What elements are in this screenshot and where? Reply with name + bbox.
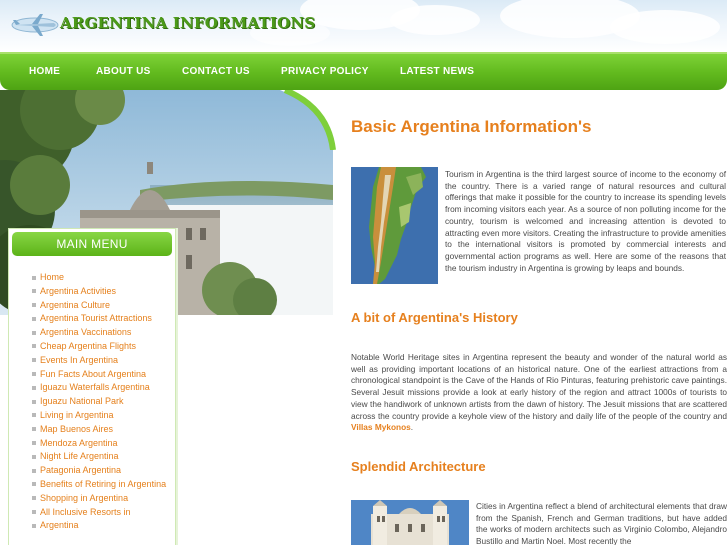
menu-item-tourist-attractions[interactable]: Argentina Tourist Attractions bbox=[31, 312, 177, 326]
architecture-heading: Splendid Architecture bbox=[351, 459, 486, 474]
nav-item-privacy-policy[interactable]: PRIVACY POLICY bbox=[281, 54, 369, 90]
nav-item-about-us[interactable]: ABOUT US bbox=[96, 54, 151, 90]
menu-item-iguazu-waterfalls[interactable]: Iguazu Waterfalls Argentina bbox=[31, 381, 177, 395]
history-end: . bbox=[410, 422, 414, 433]
main-menu-list: Home Argentina Activities Argentina Cult… bbox=[31, 271, 177, 533]
villas-mykonos-link[interactable]: Villas Mykonos bbox=[351, 422, 411, 432]
main-content: Basic Argentina Information's Tourism in… bbox=[351, 90, 727, 545]
menu-item-events[interactable]: Events In Argentina bbox=[31, 354, 177, 368]
nav-item-contact-us[interactable]: CONTACT US bbox=[182, 54, 250, 90]
menu-item-vaccinations[interactable]: Argentina Vaccinations bbox=[31, 326, 177, 340]
menu-item-argentina-culture[interactable]: Argentina Culture bbox=[31, 299, 177, 313]
intro-paragraph: Tourism in Argentina is the third larges… bbox=[445, 169, 726, 273]
menu-item-map-buenos-aires[interactable]: Map Buenos Aires bbox=[31, 423, 177, 437]
sidebar-edge bbox=[176, 228, 178, 545]
map-image bbox=[351, 167, 438, 284]
menu-item-cheap-flights[interactable]: Cheap Argentina Flights bbox=[31, 340, 177, 354]
menu-item-fun-facts[interactable]: Fun Facts About Argentina bbox=[31, 368, 177, 382]
menu-item-all-inclusive-resorts[interactable]: All Inclusive Resorts in bbox=[31, 506, 177, 520]
history-heading: A bit of Argentina's History bbox=[351, 310, 518, 325]
argentina-map-image bbox=[351, 167, 438, 284]
history-text: Notable World Heritage sites in Argentin… bbox=[351, 352, 727, 421]
menu-item-argentina-activities[interactable]: Argentina Activities bbox=[31, 285, 177, 299]
site-header: ARGENTINA INFORMATIONS bbox=[0, 0, 727, 52]
main-menu-title: MAIN MENU bbox=[12, 232, 172, 256]
menu-item-living-in-argentina[interactable]: Living in Argentina bbox=[31, 409, 177, 423]
history-paragraph: Notable World Heritage sites in Argentin… bbox=[351, 352, 727, 434]
menu-item-patagonia[interactable]: Patagonia Argentina bbox=[31, 464, 177, 478]
airplane-icon bbox=[11, 14, 59, 36]
nav-item-latest-news[interactable]: LATEST NEWS bbox=[400, 54, 474, 90]
menu-item-mendoza[interactable]: Mendoza Argentina bbox=[31, 437, 177, 451]
main-navigation: HOME ABOUT US CONTACT US PRIVACY POLICY … bbox=[0, 52, 727, 90]
menu-item-iguazu-national-park[interactable]: Iguazu National Park bbox=[31, 395, 177, 409]
menu-item-shopping[interactable]: Shopping in Argentina bbox=[31, 492, 177, 506]
menu-item-retiring[interactable]: Benefits of Retiring in Argentina bbox=[31, 478, 177, 492]
menu-item-home[interactable]: Home bbox=[31, 271, 177, 285]
nav-item-home[interactable]: HOME bbox=[29, 54, 60, 90]
site-logo-text[interactable]: ARGENTINA INFORMATIONS bbox=[60, 14, 315, 32]
page: ARGENTINA INFORMATIONS HOME ABOUT US CON… bbox=[0, 0, 727, 545]
header-cloud bbox=[390, 5, 480, 35]
architecture-paragraph: Cities in Argentina reflect a blend of a… bbox=[476, 501, 727, 545]
cathedral-photo bbox=[351, 500, 469, 545]
page-title: Basic Argentina Information's bbox=[351, 117, 592, 136]
sidebar: MAIN MENU Home Argentina Activities Arge… bbox=[8, 228, 176, 545]
menu-item-all-inclusive-resorts-cont[interactable]: Argentina bbox=[31, 519, 177, 533]
architecture-image bbox=[351, 500, 469, 545]
header-cloud bbox=[610, 10, 720, 44]
menu-item-night-life[interactable]: Night Life Argentina bbox=[31, 450, 177, 464]
